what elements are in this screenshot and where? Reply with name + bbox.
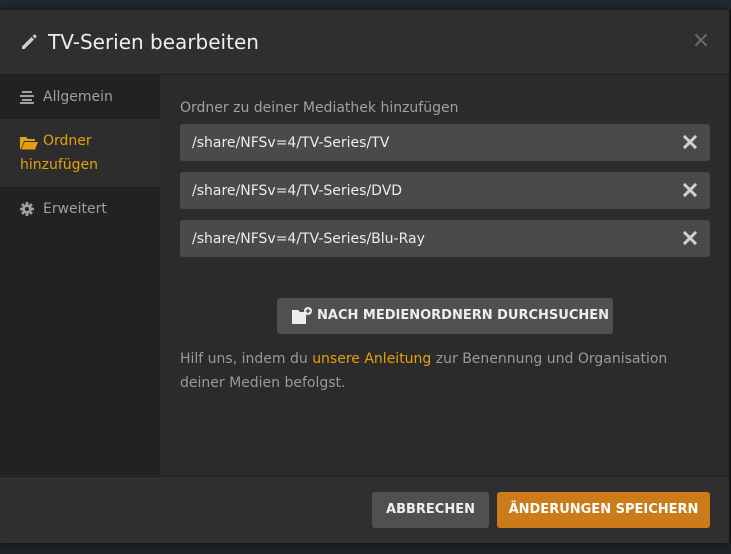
sidebar-item-label: Allgemein bbox=[43, 89, 113, 105]
remove-folder-icon[interactable] bbox=[678, 178, 702, 202]
close-icon[interactable]: × bbox=[688, 28, 714, 54]
browse-media-folders-button[interactable]: NACH MEDIENORDNERN DURCHSUCHEN bbox=[277, 298, 613, 334]
folder-row bbox=[180, 124, 710, 161]
sidebar-item-label: Erweitert bbox=[43, 201, 107, 217]
sidebar-item-allgemein[interactable]: Allgemein bbox=[0, 75, 160, 119]
save-changes-button[interactable]: ÄNDERUNGEN SPEICHERN bbox=[497, 492, 710, 528]
sidebar: Allgemein Ordner hinzufügen Erweitert bbox=[0, 75, 160, 475]
folder-path-input[interactable] bbox=[180, 220, 672, 257]
folder-row bbox=[180, 220, 710, 257]
folder-row bbox=[180, 172, 710, 209]
backdrop bbox=[0, 542, 731, 554]
sidebar-item-ordner-hinzufuegen[interactable]: Ordner hinzufügen bbox=[0, 119, 160, 187]
folder-add-icon bbox=[292, 307, 312, 324]
gear-icon bbox=[20, 202, 34, 216]
main-panel: Ordner zu deiner Mediathek hinzufügen /s… bbox=[160, 75, 729, 475]
dialog-footer: ABBRECHEN ÄNDERUNGEN SPEICHERN bbox=[0, 476, 729, 543]
sidebar-item-label: Ordner hinzufügen bbox=[20, 133, 99, 173]
sidebar-item-erweitert[interactable]: Erweitert bbox=[0, 187, 160, 231]
dialog-header: TV-Serien bearbeiten × bbox=[0, 10, 729, 75]
help-text: Hilf uns, indem du unsere Anleitung zur … bbox=[180, 351, 668, 391]
browse-button-label: NACH MEDIENORDNERN DURCHSUCHEN bbox=[317, 308, 609, 323]
folder-path-input[interactable] bbox=[180, 172, 672, 209]
edit-library-dialog: TV-Serien bearbeiten × Allgemein Ordner … bbox=[0, 10, 729, 543]
section-label: Ordner zu deiner Mediathek hinzufügen bbox=[180, 100, 459, 116]
guide-link[interactable]: unsere Anleitung bbox=[312, 351, 431, 367]
folder-path-input[interactable] bbox=[180, 124, 672, 161]
dialog-title: TV-Serien bearbeiten bbox=[48, 30, 259, 54]
cancel-button[interactable]: ABBRECHEN bbox=[372, 492, 489, 528]
backdrop bbox=[0, 0, 731, 10]
remove-folder-icon[interactable] bbox=[678, 130, 702, 154]
pencil-icon bbox=[22, 34, 37, 49]
list-icon bbox=[20, 91, 34, 104]
remove-folder-icon[interactable] bbox=[678, 226, 702, 250]
